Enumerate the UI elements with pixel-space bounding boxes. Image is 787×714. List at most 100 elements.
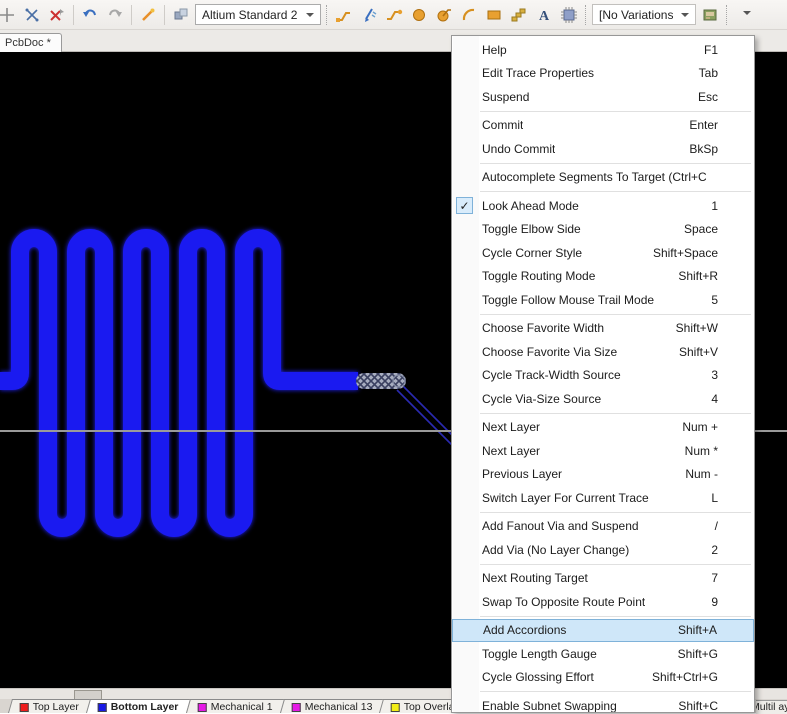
menu-item-label: Enable Subnet Swapping [482, 699, 617, 713]
smart-route-icon[interactable] [383, 4, 405, 26]
menu-item[interactable]: Next LayerNum + [452, 416, 754, 440]
menu-item-shortcut: F1 [704, 43, 718, 57]
redo-icon[interactable] [104, 4, 126, 26]
toolbar-separator [726, 5, 728, 25]
menu-item[interactable]: ✓Look Ahead Mode1 [452, 194, 754, 218]
menu-item[interactable]: Switch Layer For Current TraceL [452, 486, 754, 510]
menu-item[interactable]: Toggle Elbow Side Space [452, 218, 754, 242]
menu-item[interactable]: Cycle Glossing Effort Shift+Ctrl+G [452, 666, 754, 690]
pad-icon[interactable] [408, 4, 430, 26]
menu-item[interactable]: Enable Subnet Swapping Shift+C [452, 694, 754, 713]
diff-pair-route-icon[interactable] [358, 4, 380, 26]
menu-item[interactable]: Edit Trace PropertiesTab [452, 62, 754, 86]
menu-item-label: Toggle Elbow Side [482, 222, 581, 236]
menu-item[interactable]: Next Routing Target7 [452, 567, 754, 591]
menu-item-label: Autocomplete Segments To Target (Ctrl+Cl… [482, 170, 706, 184]
document-tab-pcbdoc[interactable]: PcbDoc * [0, 33, 62, 52]
menu-item-label: Help [482, 43, 507, 57]
layer-tab-mechanical-1[interactable]: Mechanical 1 [186, 699, 285, 713]
view-configuration-select[interactable]: Altium Standard 2D [195, 4, 321, 25]
menu-item-label: Add Via (No Layer Change) [482, 543, 629, 557]
menu-item-label: Add Fanout Via and Suspend [482, 519, 639, 533]
menu-item-shortcut: Shift+R [678, 269, 718, 283]
menu-item-shortcut: Shift+Ctrl+G [652, 670, 718, 684]
menu-item[interactable]: Add Via (No Layer Change)2 [452, 538, 754, 562]
string-icon[interactable]: A [533, 4, 555, 26]
menu-item[interactable]: Toggle Routing ModeShift+R [452, 265, 754, 289]
menu-item[interactable]: Toggle Length GaugeShift+G [452, 642, 754, 666]
array-icon[interactable] [508, 4, 530, 26]
menu-item-label: Choose Favorite Width [482, 321, 604, 335]
move-track-icon[interactable] [0, 4, 18, 26]
menu-item-shortcut: Num * [685, 444, 718, 458]
menu-item[interactable]: Add Fanout Via and Suspend/ [452, 515, 754, 539]
toolbar-separator [326, 5, 328, 25]
menu-item[interactable]: Help F1 [452, 38, 754, 62]
menu-item-shortcut: Num - [685, 467, 718, 481]
menu-item[interactable]: Cycle Via-Size Source4 [452, 387, 754, 411]
layer-tab-label: Bottom Layer [111, 701, 179, 713]
menu-item-label: Next Layer [482, 444, 540, 458]
menu-item-label: Commit [482, 118, 523, 132]
menu-item-label: Cycle Track-Width Source [482, 368, 621, 382]
menu-separator [480, 163, 751, 164]
menu-item[interactable]: Next Layer Num * [452, 439, 754, 463]
layer-color-swatch [198, 702, 207, 711]
layer-color-swatch [98, 702, 107, 711]
menu-item-shortcut: Shift+C [678, 699, 718, 713]
toolbar-separator [131, 5, 132, 25]
menu-item[interactable]: Previous Layer Num - [452, 463, 754, 487]
menu-item-label: Previous Layer [482, 467, 562, 481]
arc-icon[interactable] [458, 4, 480, 26]
menu-item-label: Look Ahead Mode [482, 199, 579, 213]
layer-tab-bottom-layer[interactable]: Bottom Layer [86, 699, 191, 713]
menu-item[interactable]: Cycle Track-Width Source3 [452, 364, 754, 388]
menu-item[interactable]: CommitEnter [452, 114, 754, 138]
context-menu: Help F1 Edit Trace PropertiesTabSuspendEsc… [451, 35, 755, 713]
layer-color-swatch [292, 702, 301, 711]
menu-item[interactable]: Toggle Follow Mouse Trail Mode5 [452, 288, 754, 312]
menu-item-label: Cycle Glossing Effort [482, 670, 594, 684]
menu-item[interactable]: Choose Favorite Via SizeShift+V [452, 340, 754, 364]
menu-item-shortcut: Shift+V [679, 345, 718, 359]
menu-item[interactable]: SuspendEsc [452, 85, 754, 109]
menu-item-label: Toggle Follow Mouse Trail Mode [482, 293, 654, 307]
layer-tab-top-layer[interactable]: Top Layer [8, 699, 91, 713]
chevron-down-icon [681, 13, 689, 21]
menu-separator [480, 111, 751, 112]
chevron-down-icon [306, 13, 314, 21]
menu-item[interactable]: Add AccordionsShift+A [452, 619, 754, 643]
menu-item-label: Next Layer [482, 420, 540, 434]
toolbar-overflow-arrow-icon[interactable] [736, 4, 758, 26]
menu-item-label: Edit Trace Properties [482, 66, 594, 80]
toolbar-separator [585, 5, 587, 25]
menu-separator [480, 413, 751, 414]
menu-item-shortcut: Space [684, 222, 718, 236]
fill-icon[interactable] [483, 4, 505, 26]
interactive-route-icon[interactable] [333, 4, 355, 26]
layer-tab-label: Top Layer [33, 701, 79, 713]
delete-track-icon[interactable] [46, 4, 68, 26]
menu-item[interactable]: Swap To Opposite Route Point9 [452, 590, 754, 614]
top-toolbar: Altium Standard 2D A [No Variations] [0, 0, 787, 30]
filter-icon[interactable] [170, 4, 192, 26]
layer-tab-fragment[interactable]: Multil ay [756, 700, 787, 714]
menu-item-shortcut: Shift+W [676, 321, 718, 335]
menu-item-label: Swap To Opposite Route Point [482, 595, 645, 609]
menu-item-label: Next Routing Target [482, 571, 588, 585]
layer-tab-mechanical-13[interactable]: Mechanical 13 [280, 699, 385, 713]
menu-item[interactable]: Autocomplete Segments To Target (Ctrl+Cl… [452, 166, 754, 190]
menu-item[interactable]: Cycle Corner StyleShift+Space [452, 241, 754, 265]
variant-icon[interactable] [699, 4, 721, 26]
menu-item[interactable]: Choose Favorite Width Shift+W [452, 317, 754, 341]
variations-select[interactable]: [No Variations] [592, 4, 696, 25]
via-icon[interactable] [433, 4, 455, 26]
wand-icon[interactable] [137, 4, 159, 26]
menu-item[interactable]: Undo CommitBkSp [452, 137, 754, 161]
component-icon[interactable] [558, 4, 580, 26]
break-track-icon[interactable] [21, 4, 43, 26]
undo-icon[interactable] [79, 4, 101, 26]
menu-item-shortcut: BkSp [689, 142, 718, 156]
menu-separator [480, 191, 751, 192]
menu-separator [480, 616, 751, 617]
